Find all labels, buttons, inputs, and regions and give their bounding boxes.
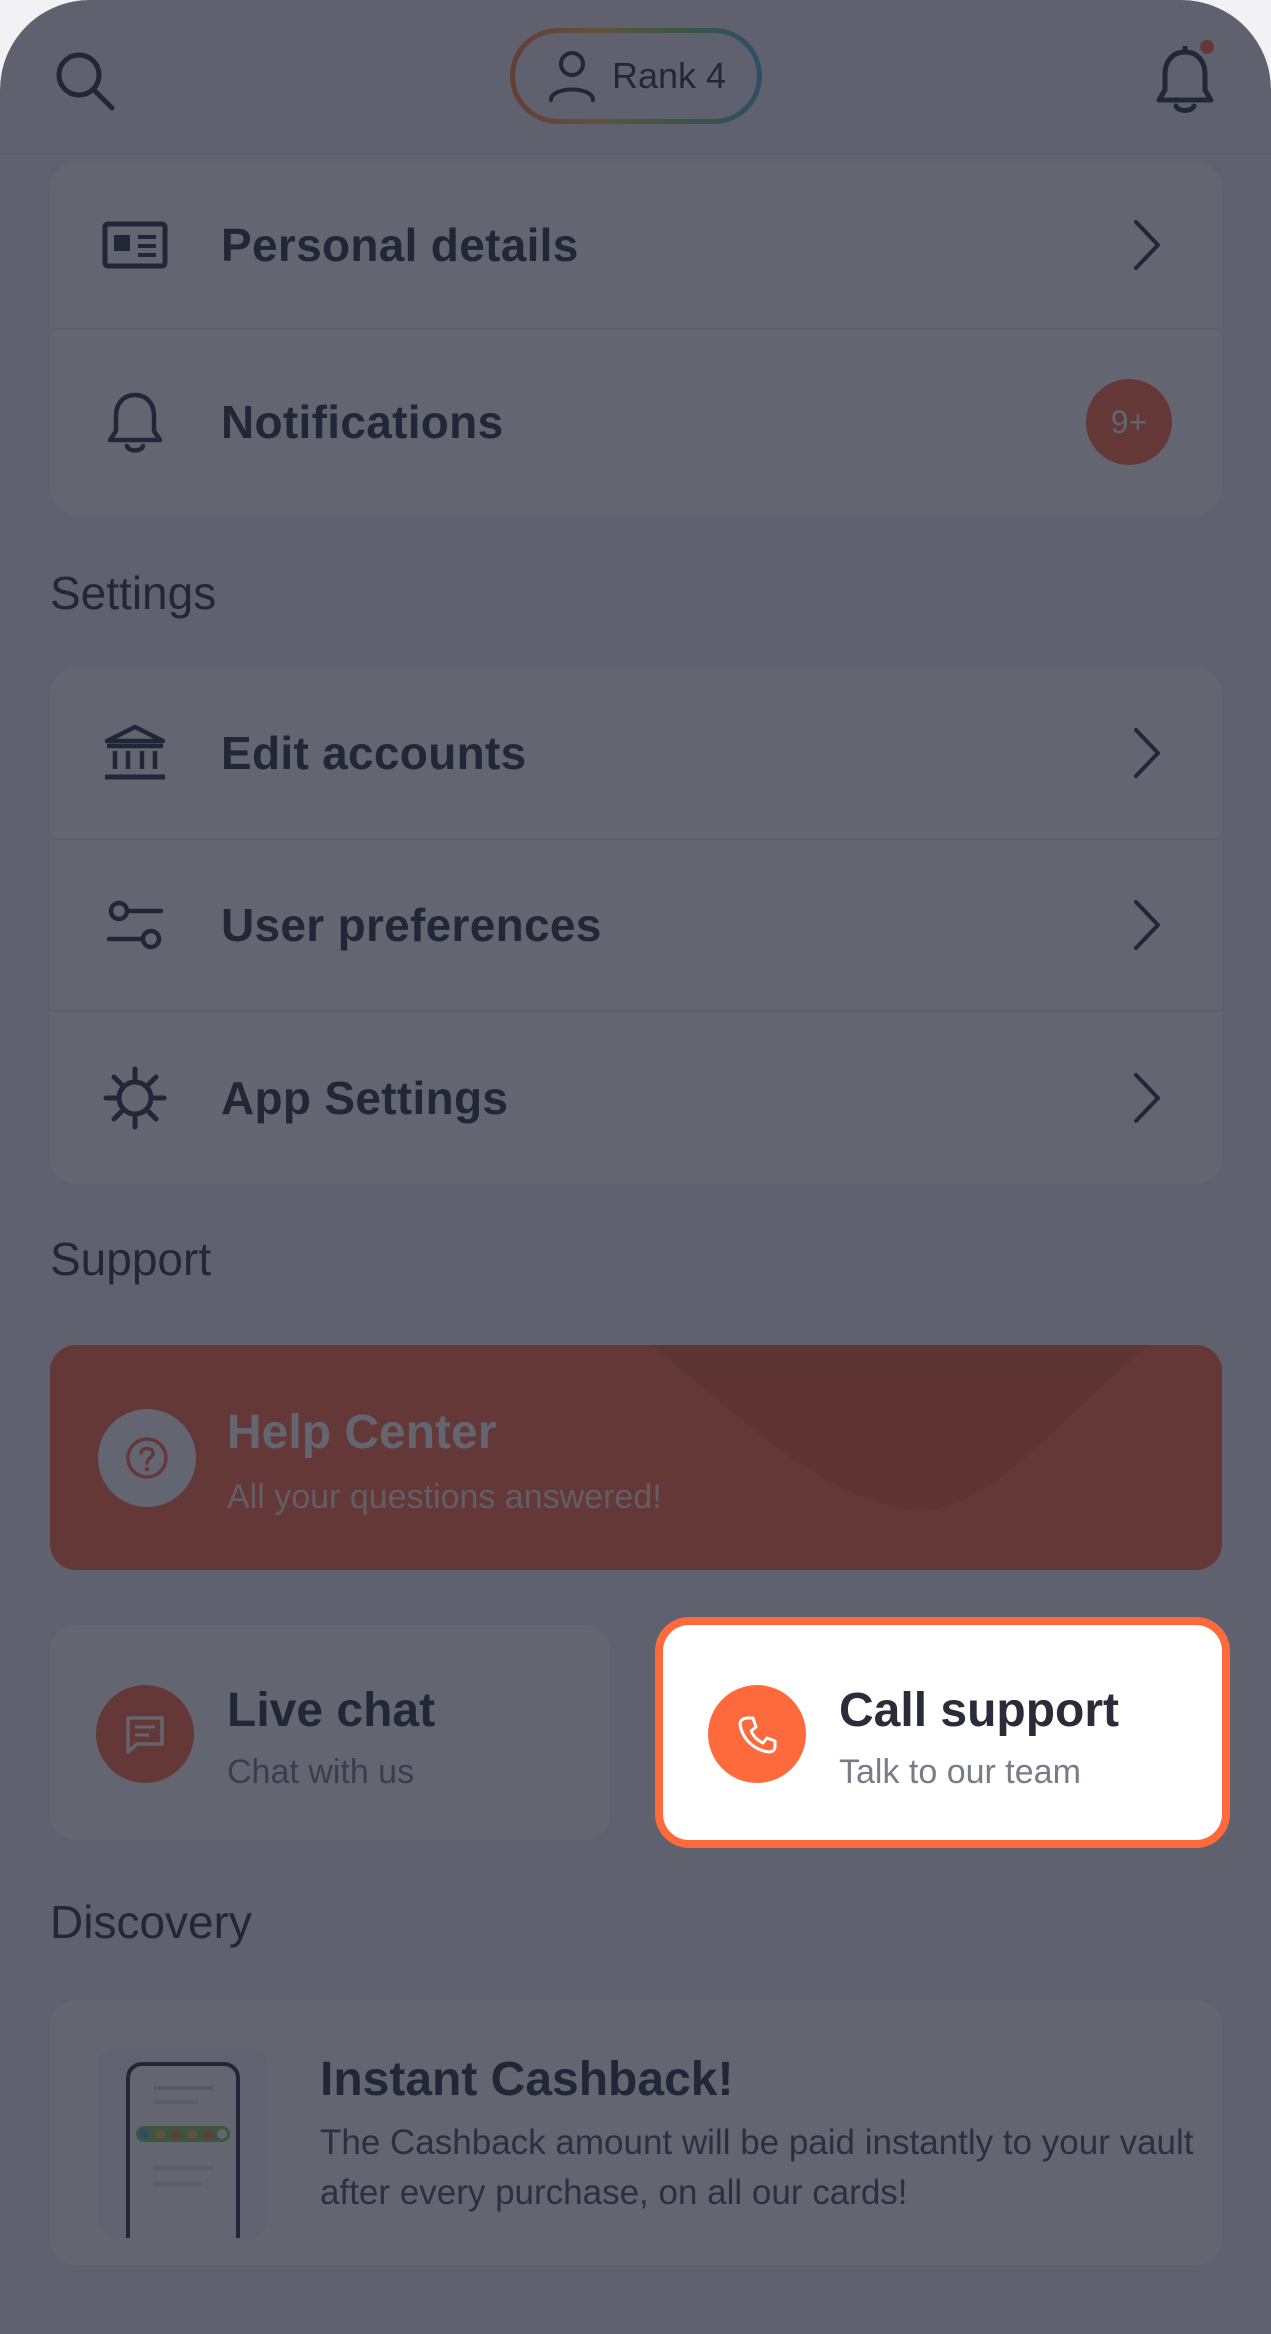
row-label: Edit accounts (221, 727, 527, 779)
section-title-discovery: Discovery (50, 1896, 252, 1948)
row-edit-accounts[interactable]: Edit accounts (50, 668, 1222, 840)
live-chat-subtitle: Chat with us (227, 1753, 415, 1791)
row-label: Notifications (221, 396, 504, 448)
unread-dot (1200, 40, 1214, 54)
chevron-right-icon (1134, 900, 1160, 950)
section-title-settings: Settings (50, 567, 217, 619)
section-title-support: Support (50, 1233, 212, 1285)
help-center-subtitle: All your questions answered! (227, 1478, 662, 1516)
bell-icon (1156, 46, 1214, 113)
chevron-right-icon (1134, 728, 1160, 778)
chevron-right-icon (1134, 1073, 1160, 1123)
row-user-preferences[interactable]: User preferences (50, 840, 1222, 1012)
profile-screen: Rank 4 Personal details Notifications 9+… (0, 0, 1271, 2334)
search-button[interactable] (40, 36, 130, 126)
search-icon (56, 52, 115, 111)
row-label: App Settings (221, 1072, 509, 1124)
row-app-settings[interactable]: App Settings (50, 1012, 1222, 1184)
row-personal-details[interactable]: Personal details (50, 162, 1222, 330)
bell-icon (102, 389, 168, 455)
id-card-icon (102, 212, 168, 278)
chat-icon (126, 1716, 164, 1754)
row-label: Personal details (221, 219, 579, 271)
help-center-card[interactable]: Help Center All your questions answered! (50, 1345, 1222, 1570)
live-chat-title: Live chat (227, 1684, 436, 1737)
chevron-right-icon (1134, 220, 1160, 270)
help-center-title: Help Center (227, 1406, 497, 1459)
call-support-subtitle: Talk to our team (839, 1753, 1081, 1791)
instant-cashback-card[interactable]: Instant Cashback! The Cashback amount wi… (50, 2000, 1222, 2265)
notification-count-badge: 9+ (1086, 379, 1172, 465)
phone-icon (738, 1716, 777, 1754)
row-notifications[interactable]: Notifications 9+ (50, 330, 1222, 514)
call-support-card[interactable]: Call support Talk to our team (663, 1625, 1222, 1840)
bank-icon (102, 720, 168, 786)
question-icon (126, 1437, 168, 1479)
help-card-wave-decoration (650, 1345, 1150, 1511)
rank-label: Rank 4 (611, 55, 727, 96)
cashback-description: The Cashback amount will be paid instant… (320, 2123, 1194, 2212)
top-bar: Rank 4 (0, 0, 1271, 155)
notifications-bell-button[interactable] (1140, 36, 1230, 126)
row-label: User preferences (221, 899, 602, 951)
user-icon (548, 51, 595, 102)
help-icon-circle (98, 1409, 196, 1507)
settings-card: Edit accounts User preferences App Setti… (50, 668, 1222, 1184)
account-card: Personal details Notifications 9+ (50, 162, 1222, 514)
sliders-icon (102, 892, 168, 958)
cashback-phone-illustration (98, 2048, 268, 2238)
gear-icon (102, 1065, 168, 1131)
rank-badge-button[interactable]: Rank 4 (510, 28, 762, 124)
call-support-title: Call support (839, 1684, 1120, 1737)
live-chat-card[interactable]: Live chat Chat with us (50, 1625, 610, 1840)
cashback-title: Instant Cashback! (320, 2053, 734, 2106)
live-chat-icon-circle (96, 1685, 194, 1783)
call-support-icon-circle (708, 1685, 806, 1783)
